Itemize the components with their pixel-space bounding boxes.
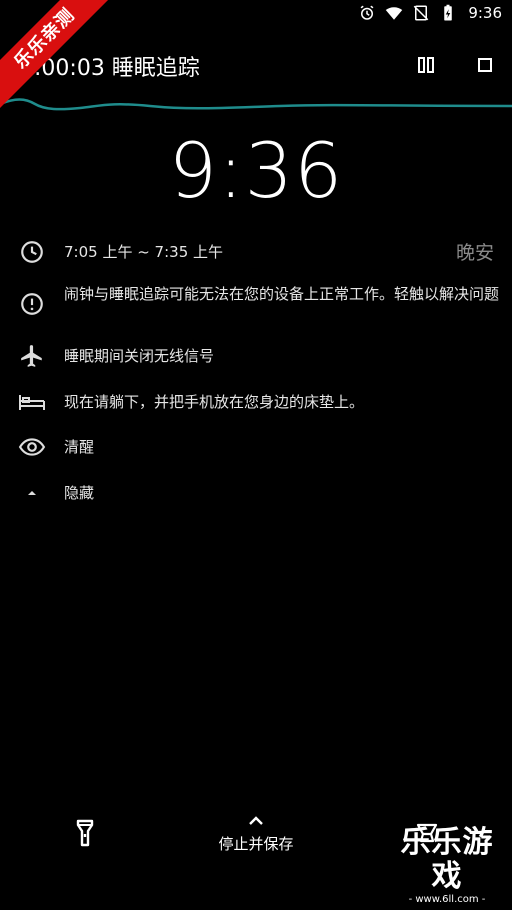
watermark-brand-title: 乐乐游戏 <box>400 825 494 894</box>
flashlight-button[interactable] <box>70 816 100 850</box>
warning-text: 闹钟与睡眠追踪可能无法在您的设备上正常工作。轻触以解决问题 <box>64 285 500 303</box>
no-sim-icon <box>414 5 429 21</box>
airplane-text: 睡眠期间关闭无线信号 <box>64 347 215 365</box>
pause-icon <box>418 57 434 73</box>
alarm-icon <box>360 5 374 20</box>
hide-text: 隐藏 <box>64 484 95 502</box>
chevron-up-icon <box>249 816 263 825</box>
clock-icon <box>18 238 46 266</box>
status-icons: 9:36 <box>358 4 502 22</box>
battery-charging-icon <box>444 4 453 21</box>
flashlight-icon <box>76 819 94 847</box>
status-bar: 9:36 <box>0 0 512 28</box>
watermark-logo: 乐乐游戏 - www.6ll.com - <box>388 826 506 906</box>
wifi-icon <box>386 7 403 20</box>
lamp-button[interactable] <box>412 818 442 848</box>
bed-icon <box>18 388 46 416</box>
awake-text: 清醒 <box>64 438 95 456</box>
pause-button[interactable] <box>413 52 439 78</box>
stop-icon <box>478 58 492 72</box>
stop-and-save-button[interactable]: 停止并保存 <box>186 812 326 854</box>
eye-icon <box>18 433 46 461</box>
airplane-icon <box>18 342 46 370</box>
stop-and-save-label: 停止并保存 <box>218 835 294 853</box>
status-time: 9:36 <box>468 4 502 22</box>
goodnight-button[interactable]: 晚安 <box>456 238 494 265</box>
lamp-icon <box>416 823 438 843</box>
schedule-text: 7:05 上午 ~ 7:35 上午 <box>64 243 224 261</box>
caret-up-icon <box>18 479 46 507</box>
alert-circle-icon <box>18 290 46 318</box>
bed-text: 现在请躺下，并把手机放在您身边的床垫上。 <box>64 393 365 411</box>
sleep-wave <box>0 98 512 111</box>
toolbar: 0:00:03 睡眠追踪 <box>0 40 512 90</box>
big-clock: 9:36 <box>168 126 344 215</box>
toolbar-title: 0:00:03 睡眠追踪 <box>20 56 200 81</box>
stop-button[interactable] <box>472 52 498 78</box>
watermark-brand-url: - www.6ll.com - <box>408 894 486 905</box>
